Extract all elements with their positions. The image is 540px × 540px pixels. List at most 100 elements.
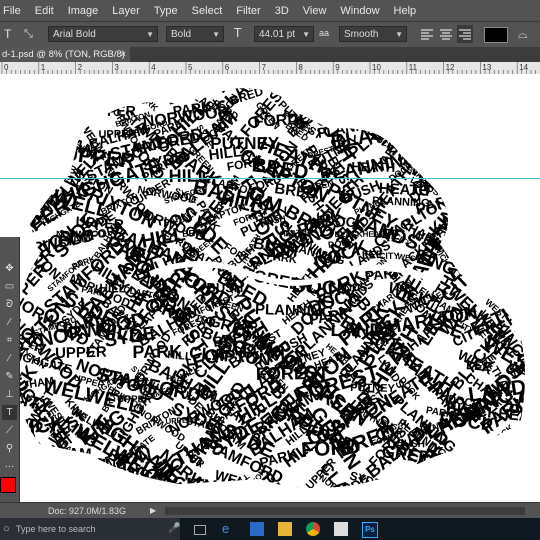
map-word: HEATH bbox=[469, 444, 517, 461]
map-word: WELWELL bbox=[528, 321, 540, 346]
taskbar-search[interactable]: ○ Type here to search 🎤 bbox=[0, 518, 180, 540]
edge-icon[interactable]: e bbox=[222, 522, 236, 536]
menu-item-edit[interactable]: Edit bbox=[28, 5, 61, 17]
map-word: ELTHAM bbox=[8, 157, 42, 173]
file-explorer-icon[interactable] bbox=[278, 522, 292, 536]
brush-tool-icon[interactable]: ✎ bbox=[2, 369, 17, 384]
map-word: WICK bbox=[519, 142, 540, 167]
map-word: BLACKHEATH bbox=[70, 479, 174, 502]
map-word: CHARLTON bbox=[471, 137, 534, 206]
task-view-icon[interactable] bbox=[194, 525, 206, 535]
mail-icon[interactable] bbox=[334, 522, 348, 536]
map-word: WELWELL bbox=[530, 132, 540, 172]
document-canvas[interactable]: HIGHGATEUPPERSTAMFORDPARKHILLCLAPTONFORE… bbox=[0, 74, 540, 502]
ruler-number: 2 bbox=[78, 63, 83, 72]
align-center-button[interactable] bbox=[439, 26, 453, 42]
foreground-color-swatch[interactable] bbox=[0, 477, 16, 493]
map-word: WICK bbox=[465, 123, 517, 156]
map-word: CHARLTON bbox=[465, 98, 512, 161]
map-word: CITY bbox=[34, 450, 57, 470]
map-word: BLACKHEATH bbox=[440, 145, 492, 194]
map-word: BLACKHEATH bbox=[372, 90, 496, 148]
map-word: BUSH bbox=[522, 481, 540, 502]
map-word: BRIXTON bbox=[531, 240, 540, 273]
orientation-toggle-icon[interactable]: ⤡ bbox=[24, 27, 38, 41]
menu-item-view[interactable]: View bbox=[296, 5, 334, 17]
zoom-tool-icon[interactable]: ⚲ bbox=[2, 441, 17, 456]
map-word: HIGHGATE bbox=[528, 228, 540, 283]
map-word: WICK bbox=[8, 112, 39, 130]
type-tool-icon[interactable]: T bbox=[4, 27, 18, 41]
magic-wand-icon[interactable]: ⁄ bbox=[2, 315, 17, 330]
map-word: CITY bbox=[504, 183, 540, 227]
horizontal-scrollbar[interactable] bbox=[165, 507, 525, 515]
menu-item-image[interactable]: Image bbox=[61, 5, 106, 17]
text-color-swatch[interactable] bbox=[484, 27, 508, 43]
menu-item-help[interactable]: Help bbox=[387, 5, 424, 17]
chevron-down-icon: ▼ bbox=[302, 30, 310, 39]
align-left-button[interactable] bbox=[420, 26, 434, 42]
ruler-number: 5 bbox=[188, 63, 193, 72]
map-word: ELTHAM bbox=[465, 241, 516, 273]
move-tool-icon[interactable]: ✥ bbox=[2, 261, 17, 276]
align-right-button[interactable] bbox=[457, 25, 473, 43]
font-style-select[interactable]: Bold ▼ bbox=[166, 26, 224, 42]
stamp-tool-icon[interactable]: ⊥ bbox=[2, 387, 17, 402]
ellipsis-icon[interactable]: … bbox=[2, 457, 17, 472]
map-word: LEE bbox=[452, 89, 472, 107]
map-word: WELWELL bbox=[10, 93, 76, 115]
marquee-tool-icon[interactable]: ▭ bbox=[2, 279, 17, 294]
warp-text-icon[interactable]: ⌓ bbox=[518, 27, 528, 42]
typographic-map-artwork: HIGHGATEUPPERSTAMFORDPARKHILLCLAPTONFORE… bbox=[0, 74, 540, 502]
map-word: HIGHGATE bbox=[4, 74, 114, 121]
map-word: HIGHGATE bbox=[0, 95, 58, 162]
anti-alias-select[interactable]: Smooth ▼ bbox=[339, 26, 407, 42]
crop-tool-icon[interactable]: ⌗ bbox=[2, 333, 17, 348]
menu-item-file[interactable]: File bbox=[0, 5, 28, 17]
path-tool-icon[interactable]: ⟋ bbox=[2, 423, 17, 438]
map-word: LANDS bbox=[89, 494, 126, 502]
map-word: KING bbox=[508, 139, 540, 178]
menu-item-3d[interactable]: 3D bbox=[268, 5, 296, 17]
ruler-number: 8 bbox=[298, 63, 303, 72]
map-word: KING bbox=[526, 336, 540, 372]
map-word: PARK bbox=[340, 83, 387, 109]
map-word: HIGHGATE bbox=[439, 199, 540, 264]
map-word: LANDS bbox=[441, 192, 499, 226]
close-icon[interactable]: × bbox=[120, 47, 126, 62]
document-tab[interactable]: d-1.psd @ 8% (TON, RGB/8) * × bbox=[0, 47, 130, 75]
map-word: BRIXTON bbox=[501, 282, 540, 313]
status-arrow-icon[interactable]: ▶ bbox=[150, 503, 156, 519]
menu-item-window[interactable]: Window bbox=[333, 5, 386, 17]
status-bar: Doc: 927.0M/1.83G ▶ bbox=[0, 502, 540, 519]
map-word: HIGHGATE bbox=[469, 222, 540, 305]
map-word: PARK bbox=[397, 472, 424, 491]
menu-item-filter[interactable]: Filter bbox=[229, 5, 267, 17]
font-family-select[interactable]: Arial Bold ▼ bbox=[48, 26, 158, 42]
eyedropper-icon[interactable]: ⁄ bbox=[2, 351, 17, 366]
microphone-icon[interactable]: 🎤 bbox=[168, 518, 180, 540]
map-word: LEE bbox=[423, 137, 454, 163]
map-word: DOCK bbox=[361, 80, 406, 98]
map-word: CITY bbox=[467, 258, 494, 284]
lasso-tool-icon[interactable]: ᘐ bbox=[2, 297, 17, 312]
map-word: CHARLTON bbox=[526, 387, 540, 448]
map-word: LEE bbox=[485, 185, 513, 214]
anti-alias-icon: aa bbox=[319, 28, 330, 38]
chrome-icon[interactable] bbox=[306, 522, 320, 536]
menu-item-layer[interactable]: Layer bbox=[105, 5, 147, 17]
type-tool-panel-icon[interactable]: T bbox=[2, 405, 17, 420]
map-word: WICK bbox=[491, 83, 516, 96]
ruler-number: 4 bbox=[151, 63, 156, 72]
chevron-down-icon: ▼ bbox=[146, 30, 154, 39]
photoshop-icon[interactable]: Ps bbox=[362, 522, 378, 538]
store-icon[interactable] bbox=[250, 522, 264, 536]
font-size-select[interactable]: 44.01 pt ▼ bbox=[254, 26, 314, 42]
menu-item-select[interactable]: Select bbox=[185, 5, 230, 17]
map-word: PLANNING bbox=[440, 451, 540, 500]
map-word: WELWELL bbox=[493, 243, 535, 295]
font-family-value: Arial Bold bbox=[53, 29, 96, 40]
menu-item-type[interactable]: Type bbox=[147, 5, 185, 17]
map-word: ELTHAM bbox=[444, 204, 509, 252]
map-word: UPPER bbox=[522, 243, 540, 287]
